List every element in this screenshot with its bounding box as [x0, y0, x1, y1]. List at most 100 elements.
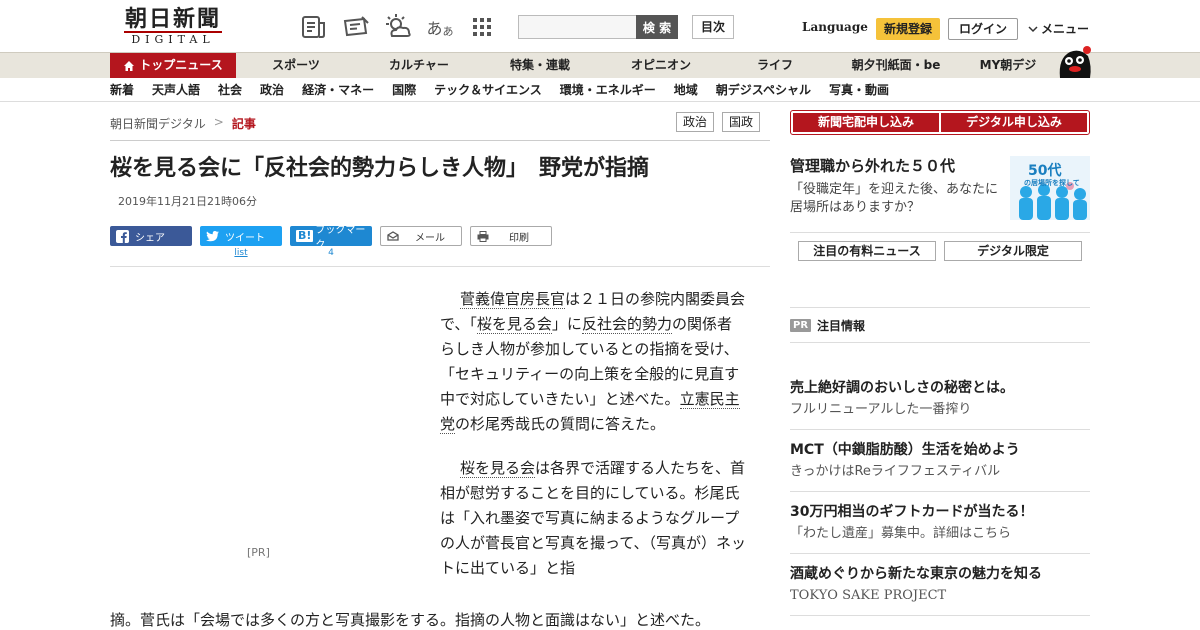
article-headline: 桜を見る会に「反社会的勢力らしき人物」 野党が指摘: [110, 156, 650, 181]
search-input[interactable]: [518, 15, 636, 39]
sidebar-tabs: 注目の有料ニュース デジタル限定: [798, 241, 1082, 261]
article-date: 2019年11月21日21時06分: [118, 195, 257, 208]
tab-paid-news[interactable]: 注目の有料ニュース: [798, 241, 936, 261]
divider: [790, 553, 1090, 554]
promo-subtitle: フルリニューアルした一番搾り: [790, 402, 972, 417]
ad-slot[interactable]: [110, 290, 410, 560]
nav-sports[interactable]: スポーツ: [236, 53, 356, 78]
secondary-nav: 新着 天声人語 社会 政治 経済・マネー 国際 テック＆サイエンス 環境・エネル…: [0, 78, 1200, 102]
breadcrumb-home[interactable]: 朝日新聞デジタル: [110, 115, 206, 132]
newspaper-subscribe-button[interactable]: 新聞宅配申し込み: [793, 113, 939, 132]
feature-thumbnail[interactable]: 50代 の居場所を探して: [1010, 156, 1090, 220]
keyword-link[interactable]: 桜を見る会: [476, 315, 552, 334]
divider: [790, 491, 1090, 492]
subnav-tenseijingo[interactable]: 天声人語: [152, 78, 200, 102]
divider: [790, 429, 1090, 430]
hatena-icon: B!: [296, 229, 314, 242]
logo-japanese: 朝日新聞: [124, 6, 221, 32]
promo-subtitle: 「わたし遺産」募集中。詳細はこちら: [790, 526, 1012, 541]
promo-title: 売上絶好調のおいしさの秘密とは。: [790, 380, 1014, 396]
promo-item[interactable]: MCT（中鎖脂肪酸）生活を始めよう きっかけはReライフフェスティバル: [790, 440, 1090, 502]
subnav-society[interactable]: 社会: [218, 78, 242, 102]
tab-digital-only[interactable]: デジタル限定: [944, 241, 1082, 261]
subnav-tech-science[interactable]: テック＆サイエンス: [434, 78, 542, 102]
menu-label: メニュー: [1041, 22, 1090, 36]
feature-thumbnail-subcaption: の居場所を探して: [1024, 179, 1080, 187]
twitter-share-button[interactable]: ツイート list: [200, 226, 282, 258]
tag-politics[interactable]: 政治: [676, 112, 715, 132]
text-run: の杉尾秀哉氏の質問に答えた。: [455, 415, 666, 433]
nav-features[interactable]: 特集・連載: [482, 53, 598, 78]
tag-national-politics[interactable]: 国政: [722, 112, 761, 132]
hatena-bookmark-button[interactable]: B! ブックマーク 4: [290, 225, 372, 258]
nav-top-news[interactable]: トップニュース: [110, 53, 236, 78]
keyword-link[interactable]: 桜を見る会: [460, 459, 536, 478]
menu-button[interactable]: メニュー: [1028, 20, 1089, 37]
mascot-icon[interactable]: [1056, 44, 1092, 78]
hatena-label: ブックマーク: [315, 225, 366, 251]
promo-title: MCT（中鎖脂肪酸）生活を始めよう: [790, 442, 1020, 458]
subnav-region[interactable]: 地域: [674, 78, 698, 102]
article-paragraph: 桜を見る会は各界で活躍する人たちを、首相が慰労することを目的にしている。杉尾氏は…: [440, 456, 746, 581]
language-link[interactable]: Language: [802, 20, 868, 34]
pr-badge: PR: [790, 319, 812, 332]
subscription-buttons: 新聞宅配申し込み デジタル申し込み: [790, 110, 1090, 135]
share-buttons: シェア ツイート list B! ブックマーク 4 メール 印刷: [110, 225, 552, 258]
promo-subtitle: TOKYO SAKE PROJECT: [790, 588, 947, 603]
text-run: 」に: [551, 315, 582, 333]
grid-apps-icon[interactable]: [468, 14, 496, 40]
keyword-link[interactable]: 菅義偉官房長官: [460, 290, 566, 309]
subnav-latest[interactable]: 新着: [110, 78, 134, 102]
font-size-icon[interactable]: ああ: [426, 14, 454, 40]
subnav-environment[interactable]: 環境・エネルギー: [560, 78, 656, 102]
nav-opinion[interactable]: オピニオン: [598, 53, 724, 78]
site-header: 朝日新聞 DIGITAL ああ 検 索 目次 Language 新規登録 ログイ…: [0, 0, 1200, 52]
feature-title[interactable]: 管理職から外れた５０代: [790, 155, 955, 176]
nav-print-edition[interactable]: 朝夕刊紙面・be: [826, 53, 966, 78]
feature-description[interactable]: 「役職定年」を迎えた後、あなたに居場所はありますか？: [790, 181, 1006, 217]
keyword-link[interactable]: 反社会的勢力: [581, 315, 672, 334]
promo-item[interactable]: 酒蔵めぐりから新たな東京の魅力を知る TOKYO SAKE PROJECT: [790, 564, 1090, 626]
nav-my-asadigi[interactable]: MY朝デジ: [966, 53, 1050, 78]
twitter-icon: [206, 230, 219, 241]
facebook-share-button[interactable]: シェア: [110, 226, 192, 246]
login-button[interactable]: ログイン: [948, 18, 1018, 40]
nav-culture[interactable]: カルチャー: [356, 53, 482, 78]
twitter-count[interactable]: list: [200, 248, 282, 258]
article-tags: 政治 国政: [676, 112, 761, 132]
subnav-special[interactable]: 朝デジスペシャル: [716, 78, 811, 102]
digital-edition-icon[interactable]: [342, 14, 370, 40]
digital-subscribe-button[interactable]: デジタル申し込み: [941, 113, 1087, 132]
subnav-international[interactable]: 国際: [392, 78, 416, 102]
feature-thumbnail-caption: 50代: [1028, 163, 1062, 179]
promo-item[interactable]: 30万円相当のギフトカードが当たる！ 「わたし遺産」募集中。詳細はこちら: [790, 502, 1090, 564]
article-paragraph-continued: 摘。菅氏は「会場では多くの方と写真撮影をする。指摘の人物と面識はない」と述べた。: [110, 611, 711, 629]
promo-item[interactable]: 売上絶好調のおいしさの秘密とは。 フルリニューアルした一番搾り: [790, 378, 1090, 440]
font-size-small-glyph: あ: [442, 25, 454, 38]
print-label: 印刷: [509, 232, 529, 244]
contents-button[interactable]: 目次: [692, 15, 734, 39]
font-size-large-glyph: あ: [426, 19, 443, 38]
site-logo[interactable]: 朝日新聞 DIGITAL: [118, 8, 228, 46]
promo-title: 30万円相当のギフトカードが当たる！: [790, 504, 1034, 520]
ad-label: [PR]: [247, 546, 270, 559]
search-button[interactable]: 検 索: [636, 15, 678, 39]
primary-nav: トップニュース スポーツ カルチャー 特集・連載 オピニオン ライフ 朝夕刊紙面…: [0, 52, 1200, 78]
subnav-economy[interactable]: 経済・マネー: [302, 78, 374, 102]
promo-subtitle: きっかけはReライフフェスティバル: [790, 464, 1001, 479]
article-body: 菅義偉官房長官は２１日の参院内閣委員会で、「桜を見る会」に反社会的勢力の関係者ら…: [440, 287, 746, 600]
newspaper-icon[interactable]: [300, 14, 328, 40]
nav-life[interactable]: ライフ: [724, 53, 826, 78]
register-button[interactable]: 新規登録: [876, 18, 940, 40]
home-icon: [124, 60, 135, 71]
weather-icon[interactable]: [384, 14, 412, 40]
divider: [790, 615, 1090, 616]
subnav-photo-video[interactable]: 写真・動画: [829, 78, 889, 102]
hatena-count[interactable]: 4: [290, 248, 372, 258]
pr-section-title: 注目情報: [817, 319, 866, 333]
divider: [110, 266, 770, 267]
subnav-politics[interactable]: 政治: [260, 78, 284, 102]
mail-share-button[interactable]: メール: [380, 226, 462, 246]
print-button[interactable]: 印刷: [470, 226, 552, 246]
chevron-down-icon: [1028, 25, 1038, 32]
